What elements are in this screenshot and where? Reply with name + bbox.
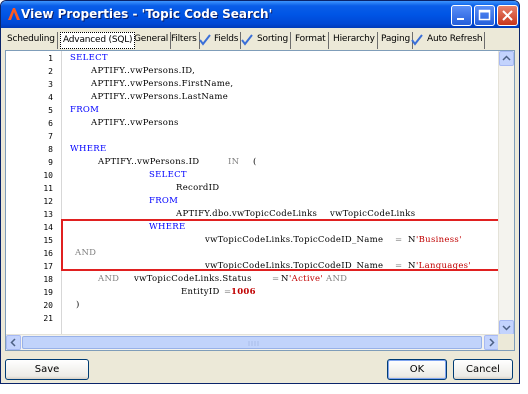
filters-check-icon	[199, 34, 211, 46]
code-line: APTIFY..vwPersons	[91, 118, 179, 128]
maximize-icon	[478, 9, 491, 21]
tab-paging[interactable]: Paging	[379, 32, 413, 49]
minimize-button[interactable]	[451, 5, 472, 26]
chevron-left-icon	[10, 338, 16, 347]
code-line: APTIFY.dbo.vwTopicCodeLinks	[176, 209, 318, 219]
tab-auto-refresh[interactable]: Auto Refresh	[425, 32, 486, 49]
horizontal-scrollbar[interactable]	[6, 334, 499, 350]
title-bar[interactable]: View Properties - 'Topic Code Search'	[1, 1, 519, 28]
code-line: N	[281, 274, 289, 284]
tab-format[interactable]: Format	[293, 32, 329, 49]
tab-general[interactable]: General	[132, 32, 172, 49]
minimize-icon	[457, 18, 464, 20]
fields-check-icon	[241, 34, 253, 46]
vertical-scrollbar[interactable]	[498, 51, 514, 335]
sql-code-area[interactable]: SELECT APTIFY..vwPersons.ID, APTIFY..vwP…	[6, 51, 499, 335]
sql-keyword: WHERE	[70, 144, 107, 154]
sql-keyword: SELECT	[70, 53, 108, 63]
save-template-button[interactable]: Save Template...	[5, 359, 89, 380]
tab-hierarchy[interactable]: Hierarchy	[331, 32, 378, 49]
code-line: EntityID	[181, 287, 220, 297]
code-line: APTIFY..vwPersons.ID,	[91, 66, 196, 76]
window-title: View Properties - 'Topic Code Search'	[21, 7, 273, 21]
chevron-right-icon	[489, 338, 495, 347]
ok-button[interactable]: OK	[387, 359, 447, 380]
code-line: APTIFY..vwPersons.FirstName,	[91, 79, 234, 89]
tab-filters[interactable]: Filters	[169, 32, 200, 49]
maximize-button[interactable]	[474, 5, 495, 26]
code-line: vwTopicCodeLinks.Status	[134, 274, 252, 284]
tab-scheduling[interactable]: Scheduling	[5, 32, 58, 49]
sql-keyword: SELECT	[149, 170, 187, 180]
sql-keyword: FROM	[149, 196, 179, 206]
code-line: vwTopicCodeLinks	[330, 209, 416, 219]
sql-operator: AND	[326, 274, 348, 284]
aptify-logo-icon	[8, 8, 20, 20]
sql-operator: =	[272, 274, 280, 284]
tab-advanced-sql[interactable]: Advanced (SQL)	[60, 32, 136, 49]
close-icon	[502, 10, 513, 21]
scrollbar-corner	[498, 334, 514, 350]
horizontal-scroll-thumb[interactable]	[22, 336, 482, 349]
scroll-left-button[interactable]	[6, 335, 21, 350]
view-properties-window: View Properties - 'Topic Code Search' Sc…	[0, 0, 520, 384]
scroll-up-button[interactable]	[499, 51, 514, 66]
number-literal: 1006	[231, 287, 256, 297]
code-line: RecordID	[176, 183, 220, 193]
paging-check-icon	[411, 34, 423, 46]
tab-fields-label: Fields	[214, 34, 239, 44]
highlight-annotation-box	[61, 219, 499, 271]
cancel-button[interactable]: Cancel	[453, 359, 513, 380]
grip-icon	[248, 341, 259, 346]
sql-operator: AND	[98, 274, 120, 284]
string-literal: 'Active'	[289, 274, 323, 284]
tab-paging-label: Paging	[381, 34, 410, 44]
chevron-up-icon	[502, 55, 511, 61]
close-button[interactable]	[497, 5, 518, 26]
chevron-down-icon	[502, 325, 511, 331]
code-line: APTIFY..vwPersons.ID	[98, 157, 200, 167]
scroll-right-button[interactable]	[484, 335, 499, 350]
tab-filters-label: Filters	[171, 34, 197, 44]
scroll-down-button[interactable]	[499, 320, 514, 335]
code-line: APTIFY..vwPersons.LastName	[91, 92, 229, 102]
tab-sorting[interactable]: Sorting	[255, 32, 291, 49]
code-line: )	[76, 300, 80, 310]
sql-keyword: FROM	[70, 105, 100, 115]
tab-fields[interactable]: Fields	[212, 32, 242, 49]
sql-operator: IN	[228, 157, 240, 167]
sql-editor[interactable]: 1 2 3 4 5 6 7 8 9 10 11 12 13 14 15 16 1…	[5, 50, 515, 351]
code-line: (	[253, 157, 257, 167]
